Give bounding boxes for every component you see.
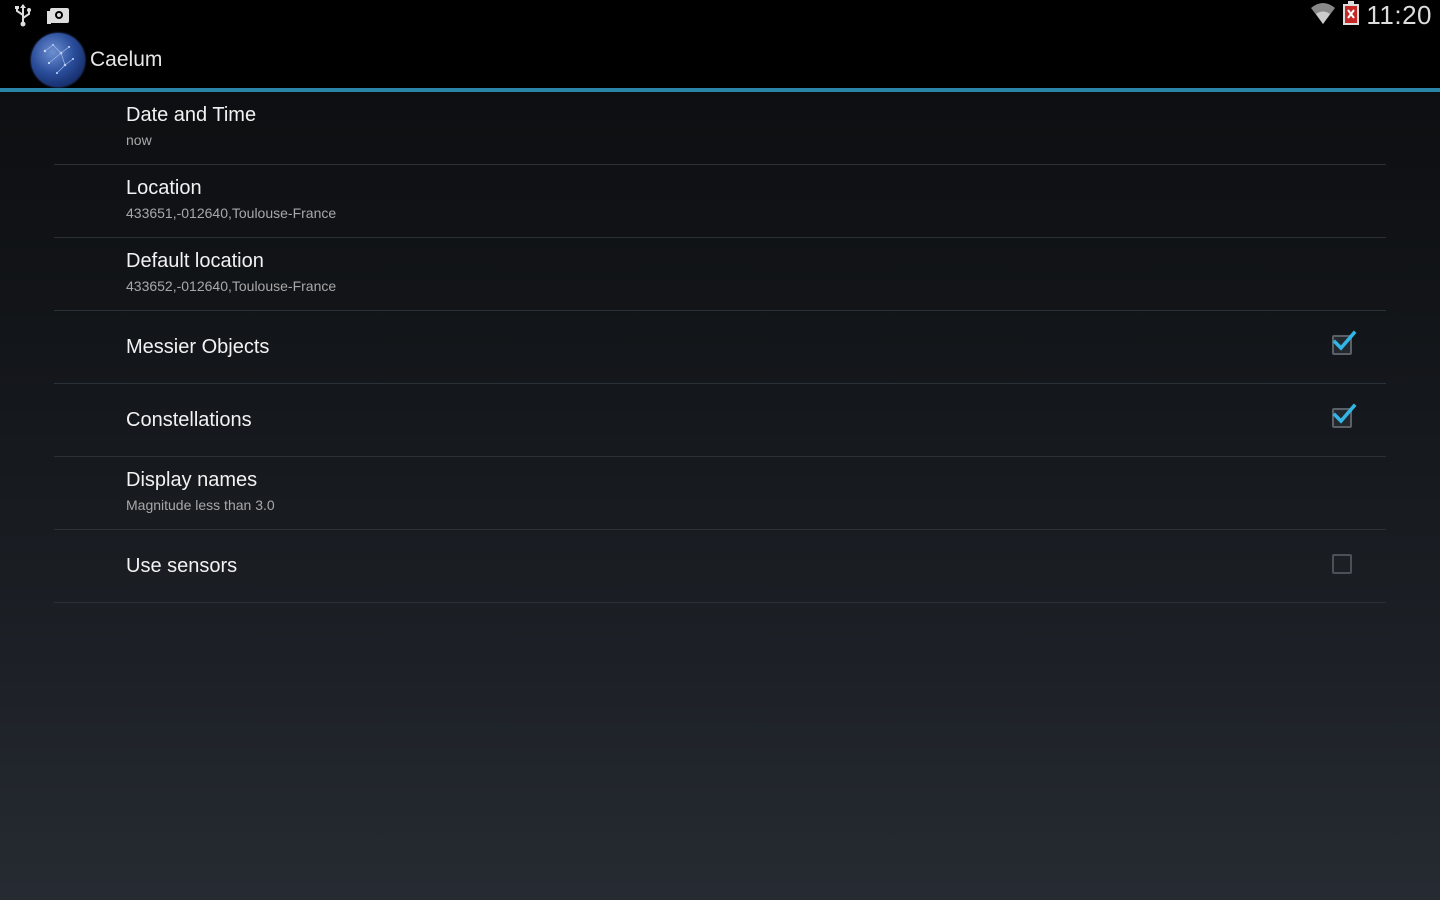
setting-title: Display names [126,469,258,491]
status-clock: 11:20 [1366,0,1432,30]
setting-title: Use sensors [126,555,238,577]
setting-date-and-time[interactable]: Date and Time now [54,92,1386,165]
setting-title: Constellations [126,409,252,431]
setting-summary: now [126,132,152,148]
setting-default-location[interactable]: Default location 433652,-012640,Toulouse… [54,238,1386,311]
setting-title: Date and Time [126,104,257,126]
usb-icon [12,3,34,32]
setting-use-sensors[interactable]: Use sensors [54,530,1386,603]
status-bar: 11:20 [0,0,1440,30]
constellations-checkbox[interactable] [1332,403,1357,428]
setting-summary: Magnitude less than 3.0 [126,497,275,513]
use-sensors-checkbox[interactable] [1332,554,1352,574]
setting-title: Default location [126,250,264,272]
action-bar: Caelum [0,30,1440,92]
status-bar-right: 11:20 [1310,0,1432,30]
setting-summary: 433652,-012640,Toulouse-France [126,278,337,294]
photo-icon [46,3,72,32]
setting-title: Messier Objects [126,336,270,358]
setting-summary: 433651,-012640,Toulouse-France [126,205,337,221]
caelum-logo-icon[interactable] [31,33,85,87]
battery-icon [1342,0,1360,31]
status-bar-left [12,3,72,32]
setting-constellations[interactable]: Constellations [54,384,1386,457]
setting-title: Location [126,177,202,199]
messier-objects-checkbox[interactable] [1332,330,1357,355]
settings-list: Date and Time now Location 433651,-01264… [54,92,1386,603]
setting-display-names[interactable]: Display names Magnitude less than 3.0 [54,457,1386,530]
app-title: Caelum [90,48,163,71]
wifi-icon [1310,0,1336,31]
check-icon [1332,402,1358,433]
setting-messier-objects[interactable]: Messier Objects [54,311,1386,384]
setting-location[interactable]: Location 433651,-012640,Toulouse-France [54,165,1386,238]
check-icon [1332,329,1358,360]
